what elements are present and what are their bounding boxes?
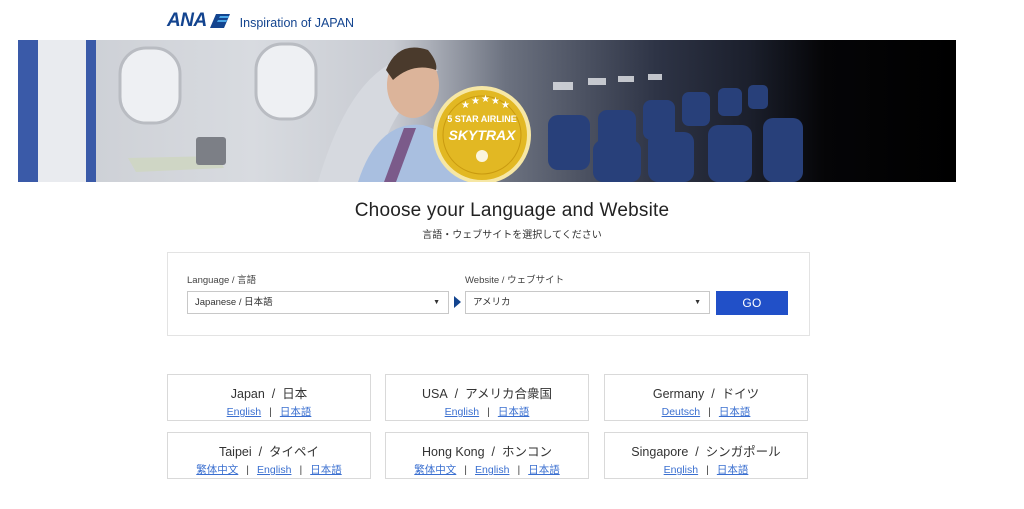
region-card-japan: Japan / 日本 English | 日本語	[167, 374, 371, 421]
language-website-selector: Language / 言語 Japanese / 日本語 ▼ Website /…	[167, 252, 810, 336]
svg-text:★: ★	[481, 94, 490, 105]
link-japan-english[interactable]: English	[227, 406, 261, 418]
website-select[interactable]: アメリカ ▼	[465, 291, 710, 314]
chevron-down-icon: ▼	[694, 299, 701, 306]
region-name: Singapore	[631, 445, 689, 459]
link-hongkong-japanese[interactable]: 日本語	[528, 464, 560, 476]
region-name: USA	[422, 387, 448, 401]
region-native-name: シンガポール	[705, 445, 781, 459]
page-subtitle: 言語・ウェブサイトを選択してください	[422, 230, 602, 241]
region-native-name: ドイツ	[721, 387, 760, 401]
link-taipei-japanese[interactable]: 日本語	[310, 464, 342, 476]
link-taipei-english[interactable]: English	[257, 464, 291, 476]
svg-text:★: ★	[461, 100, 470, 111]
link-singapore-japanese[interactable]: 日本語	[717, 464, 749, 476]
link-hongkong-chinese[interactable]: 繁体中文	[414, 464, 456, 476]
hero-banner: ★ ★ ★ ★ ★ 5 STAR AIRLINE SKYTRAX	[18, 40, 956, 182]
language-label: Language / 言語	[187, 275, 257, 286]
region-card-singapore: Singapore / シンガポール English | 日本語	[604, 432, 808, 479]
badge-line-2: SKYTRAX	[449, 127, 518, 143]
website-select-value: アメリカ	[473, 297, 511, 308]
badge-line-1: 5 STAR AIRLINE	[447, 114, 517, 124]
page-title: Choose your Language and Website	[354, 200, 670, 221]
region-card-taipei: Taipei / タイペイ 繁体中文 | English | 日本語	[167, 432, 371, 479]
logo-wordmark: ANA	[167, 10, 207, 31]
link-germany-deutsch[interactable]: Deutsch	[662, 406, 701, 418]
region-name: Taipei	[218, 445, 252, 459]
language-select-value: Japanese / 日本語	[195, 297, 273, 308]
logo-tagline: Inspiration of JAPAN	[239, 15, 355, 30]
link-hongkong-english[interactable]: English	[475, 464, 509, 476]
region-name: Germany	[652, 387, 705, 401]
svg-text:★: ★	[491, 96, 500, 107]
region-card-usa: USA / アメリカ合衆国 English | 日本語	[385, 374, 589, 421]
language-select[interactable]: Japanese / 日本語 ▼	[187, 291, 449, 314]
ana-logo[interactable]: ANA Inspiration of JAPAN	[167, 10, 354, 32]
region-name: Hong Kong	[422, 445, 485, 459]
website-label: Website / ウェブサイト	[465, 275, 565, 286]
region-native-name: アメリカ合衆国	[465, 387, 552, 401]
hero-illustration: ★ ★ ★ ★ ★ 5 STAR AIRLINE SKYTRAX	[18, 40, 803, 182]
link-usa-english[interactable]: English	[445, 406, 479, 418]
link-usa-japanese[interactable]: 日本語	[498, 406, 530, 418]
region-native-name: 日本	[282, 387, 308, 401]
go-button[interactable]: GO	[716, 291, 788, 315]
chevron-down-icon: ▼	[433, 299, 440, 306]
link-singapore-english[interactable]: English	[664, 464, 698, 476]
svg-text:★: ★	[471, 96, 480, 107]
top-bar: ANA Inspiration of JAPAN	[0, 0, 1024, 40]
arrow-right-icon	[454, 296, 461, 308]
region-card-hong-kong: Hong Kong / ホンコン 繁体中文 | English | 日本語	[385, 432, 589, 479]
region-native-name: ホンコン	[501, 445, 552, 459]
svg-text:★: ★	[501, 100, 510, 111]
region-card-germany: Germany / ドイツ Deutsch | 日本語	[604, 374, 808, 421]
link-japan-japanese[interactable]: 日本語	[280, 406, 312, 418]
link-taipei-chinese[interactable]: 繁体中文	[196, 464, 238, 476]
logo-stripes-icon	[209, 14, 230, 28]
region-name: Japan	[230, 387, 265, 401]
region-native-name: タイペイ	[269, 445, 320, 459]
link-germany-japanese[interactable]: 日本語	[719, 406, 751, 418]
